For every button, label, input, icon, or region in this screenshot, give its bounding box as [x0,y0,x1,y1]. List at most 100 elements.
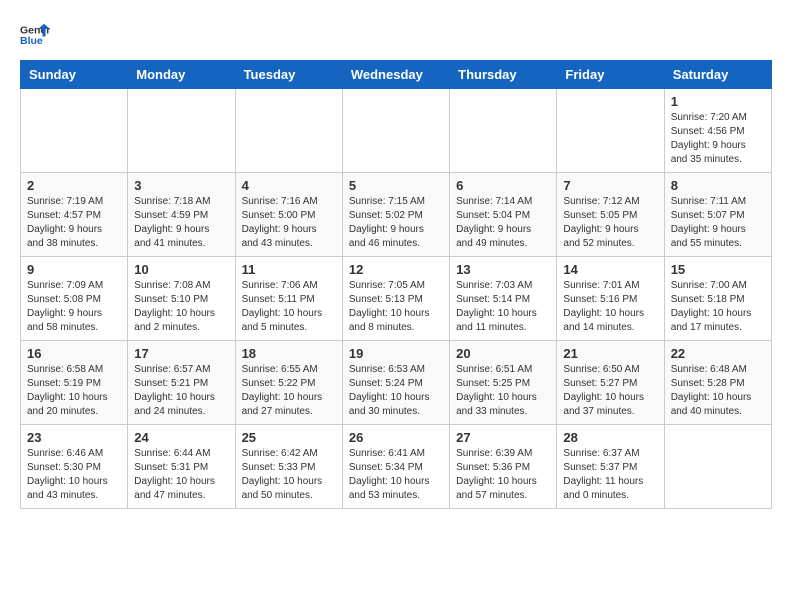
calendar-cell: 20 Sunrise: 6:51 AM Sunset: 5:25 PM Dayli… [450,341,557,425]
day-info: Sunrise: 7:06 AM Sunset: 5:11 PM Dayligh… [242,279,336,335]
calendar-cell: 4 Sunrise: 7:16 AM Sunset: 5:00 PM Daylig… [235,173,342,257]
calendar-cell: 28 Sunrise: 6:37 AM Sunset: 5:37 PM Dayli… [557,425,664,509]
calendar-cell [21,89,128,173]
calendar-week-3: 9 Sunrise: 7:09 AM Sunset: 5:08 PM Daylig… [21,257,772,341]
calendar-header-saturday: Saturday [664,61,771,89]
calendar-cell: 2 Sunrise: 7:19 AM Sunset: 4:57 PM Daylig… [21,173,128,257]
day-number: 5 [349,178,443,193]
day-info: Sunrise: 7:16 AM Sunset: 5:00 PM Dayligh… [242,195,336,251]
day-info: Sunrise: 7:15 AM Sunset: 5:02 PM Dayligh… [349,195,443,251]
header: General Blue [20,20,772,50]
day-number: 20 [456,346,550,361]
calendar-cell: 24 Sunrise: 6:44 AM Sunset: 5:31 PM Dayli… [128,425,235,509]
day-number: 25 [242,430,336,445]
day-number: 1 [671,94,765,109]
day-number: 6 [456,178,550,193]
day-info: Sunrise: 6:46 AM Sunset: 5:30 PM Dayligh… [27,447,121,503]
day-info: Sunrise: 6:50 AM Sunset: 5:27 PM Dayligh… [563,363,657,419]
day-info: Sunrise: 6:41 AM Sunset: 5:34 PM Dayligh… [349,447,443,503]
calendar-cell: 16 Sunrise: 6:58 AM Sunset: 5:19 PM Dayli… [21,341,128,425]
svg-text:Blue: Blue [20,35,43,47]
day-info: Sunrise: 7:05 AM Sunset: 5:13 PM Dayligh… [349,279,443,335]
calendar-header-row: SundayMondayTuesdayWednesdayThursdayFrid… [21,61,772,89]
day-info: Sunrise: 7:12 AM Sunset: 5:05 PM Dayligh… [563,195,657,251]
calendar-cell: 6 Sunrise: 7:14 AM Sunset: 5:04 PM Daylig… [450,173,557,257]
day-info: Sunrise: 6:58 AM Sunset: 5:19 PM Dayligh… [27,363,121,419]
calendar-week-1: 1 Sunrise: 7:20 AM Sunset: 4:56 PM Daylig… [21,89,772,173]
calendar-cell: 11 Sunrise: 7:06 AM Sunset: 5:11 PM Dayli… [235,257,342,341]
calendar-cell: 14 Sunrise: 7:01 AM Sunset: 5:16 PM Dayli… [557,257,664,341]
day-number: 18 [242,346,336,361]
day-number: 11 [242,262,336,277]
calendar-cell [557,89,664,173]
day-number: 13 [456,262,550,277]
calendar-header-friday: Friday [557,61,664,89]
calendar-cell: 15Sunrise: 7:00 AM Sunset: 5:18 PM Dayli… [664,257,771,341]
day-number: 26 [349,430,443,445]
day-number: 27 [456,430,550,445]
day-number: 16 [27,346,121,361]
day-info: Sunrise: 7:00 AM Sunset: 5:18 PM Dayligh… [671,279,765,335]
day-info: Sunrise: 6:55 AM Sunset: 5:22 PM Dayligh… [242,363,336,419]
calendar-cell: 1 Sunrise: 7:20 AM Sunset: 4:56 PM Daylig… [664,89,771,173]
day-number: 14 [563,262,657,277]
day-info: Sunrise: 7:08 AM Sunset: 5:10 PM Dayligh… [134,279,228,335]
day-info: Sunrise: 6:37 AM Sunset: 5:37 PM Dayligh… [563,447,657,503]
calendar-cell: 26 Sunrise: 6:41 AM Sunset: 5:34 PM Dayli… [342,425,449,509]
day-number: 21 [563,346,657,361]
day-number: 9 [27,262,121,277]
day-info: Sunrise: 7:01 AM Sunset: 5:16 PM Dayligh… [563,279,657,335]
calendar-cell: 5 Sunrise: 7:15 AM Sunset: 5:02 PM Daylig… [342,173,449,257]
calendar-cell [342,89,449,173]
calendar-cell: 13 Sunrise: 7:03 AM Sunset: 5:14 PM Dayli… [450,257,557,341]
calendar-cell: 3 Sunrise: 7:18 AM Sunset: 4:59 PM Daylig… [128,173,235,257]
day-info: Sunrise: 7:18 AM Sunset: 4:59 PM Dayligh… [134,195,228,251]
calendar-week-2: 2 Sunrise: 7:19 AM Sunset: 4:57 PM Daylig… [21,173,772,257]
day-info: Sunrise: 6:44 AM Sunset: 5:31 PM Dayligh… [134,447,228,503]
calendar-week-4: 16 Sunrise: 6:58 AM Sunset: 5:19 PM Dayli… [21,341,772,425]
calendar-cell [664,425,771,509]
day-number: 28 [563,430,657,445]
logo-icon: General Blue [20,20,50,50]
calendar-cell: 25 Sunrise: 6:42 AM Sunset: 5:33 PM Dayli… [235,425,342,509]
calendar-cell: 10 Sunrise: 7:08 AM Sunset: 5:10 PM Dayli… [128,257,235,341]
day-number: 2 [27,178,121,193]
day-info: Sunrise: 6:42 AM Sunset: 5:33 PM Dayligh… [242,447,336,503]
day-number: 23 [27,430,121,445]
calendar-cell: 22 Sunrise: 6:48 AM Sunset: 5:28 PM Dayli… [664,341,771,425]
calendar-cell: 17Sunrise: 6:57 AM Sunset: 5:21 PM Dayli… [128,341,235,425]
calendar-cell [235,89,342,173]
day-info: Sunrise: 6:51 AM Sunset: 5:25 PM Dayligh… [456,363,550,419]
calendar-cell: 12Sunrise: 7:05 AM Sunset: 5:13 PM Dayli… [342,257,449,341]
calendar-cell: 18 Sunrise: 6:55 AM Sunset: 5:22 PM Dayli… [235,341,342,425]
day-number: 3 [134,178,228,193]
day-number: 24 [134,430,228,445]
day-number: 8 [671,178,765,193]
day-info: Sunrise: 7:09 AM Sunset: 5:08 PM Dayligh… [27,279,121,335]
calendar-week-5: 23 Sunrise: 6:46 AM Sunset: 5:30 PM Dayli… [21,425,772,509]
calendar-cell: 23 Sunrise: 6:46 AM Sunset: 5:30 PM Dayli… [21,425,128,509]
day-number: 7 [563,178,657,193]
day-info: Sunrise: 6:48 AM Sunset: 5:28 PM Dayligh… [671,363,765,419]
calendar-header-thursday: Thursday [450,61,557,89]
calendar-cell: 27 Sunrise: 6:39 AM Sunset: 5:36 PM Dayli… [450,425,557,509]
calendar: SundayMondayTuesdayWednesdayThursdayFrid… [20,60,772,509]
day-info: Sunrise: 7:03 AM Sunset: 5:14 PM Dayligh… [456,279,550,335]
calendar-cell [450,89,557,173]
day-info: Sunrise: 6:39 AM Sunset: 5:36 PM Dayligh… [456,447,550,503]
logo: General Blue [20,20,50,50]
day-number: 19 [349,346,443,361]
day-info: Sunrise: 7:14 AM Sunset: 5:04 PM Dayligh… [456,195,550,251]
calendar-cell: 9 Sunrise: 7:09 AM Sunset: 5:08 PM Daylig… [21,257,128,341]
calendar-header-wednesday: Wednesday [342,61,449,89]
day-info: Sunrise: 7:20 AM Sunset: 4:56 PM Dayligh… [671,111,765,167]
day-number: 10 [134,262,228,277]
day-number: 4 [242,178,336,193]
day-number: 17 [134,346,228,361]
day-info: Sunrise: 7:11 AM Sunset: 5:07 PM Dayligh… [671,195,765,251]
day-info: Sunrise: 7:19 AM Sunset: 4:57 PM Dayligh… [27,195,121,251]
calendar-header-sunday: Sunday [21,61,128,89]
day-number: 22 [671,346,765,361]
calendar-cell: 7 Sunrise: 7:12 AM Sunset: 5:05 PM Daylig… [557,173,664,257]
calendar-header-tuesday: Tuesday [235,61,342,89]
